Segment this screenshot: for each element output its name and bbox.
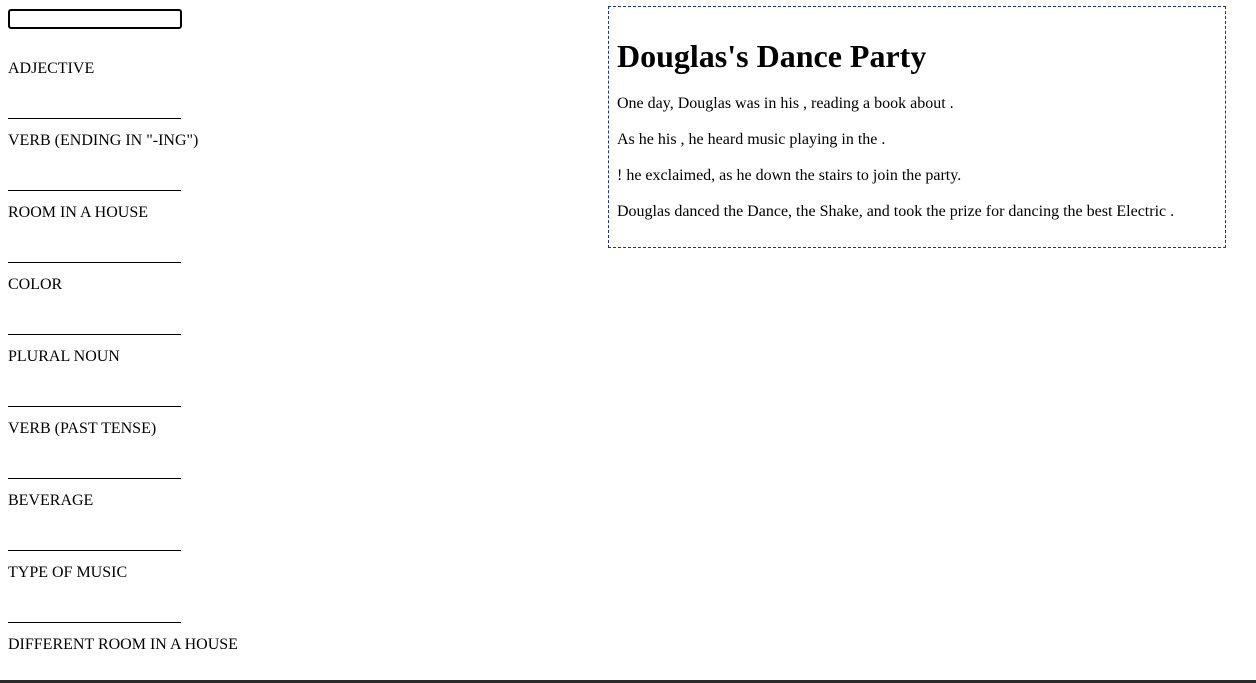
field-room: ROOM IN A HOUSE [8, 173, 268, 263]
field-label: VERB (PAST TENSE) [8, 420, 157, 437]
field-label: PLURAL NOUN [8, 348, 120, 365]
field-music: TYPE OF MUSIC [8, 533, 268, 623]
story-box: Douglas's Dance Party One day, Douglas w… [608, 6, 1226, 248]
field-label: DIFFERENT ROOM IN A HOUSE [8, 636, 238, 653]
field-label: ADJECTIVE [8, 60, 95, 77]
word-form: ADJECTIVE VERB (ENDING IN "-ING") ROOM I… [8, 9, 268, 683]
field-verb-past: VERB (PAST TENSE) [8, 389, 268, 479]
field-label: COLOR [8, 276, 63, 293]
field-label: VERB (ENDING IN "-ING") [8, 132, 199, 149]
field-color: COLOR [8, 245, 268, 335]
field-verb-ing: VERB (ENDING IN "-ING") [8, 101, 268, 191]
field-label: TYPE OF MUSIC [8, 564, 128, 581]
story-line: Douglas danced the Dance, the Shake, and… [617, 203, 1175, 220]
field-plural-noun: PLURAL NOUN [8, 317, 268, 407]
story-line: As he his , he heard music playing in th… [617, 131, 886, 148]
story-line: One day, Douglas was in his , reading a … [617, 95, 954, 112]
top-text-input[interactable] [8, 9, 182, 29]
story-title: Douglas's Dance Party [617, 38, 927, 74]
page: ADJECTIVE VERB (ENDING IN "-ING") ROOM I… [0, 0, 1256, 683]
field-label: BEVERAGE [8, 492, 94, 509]
field-beverage: BEVERAGE [8, 461, 268, 551]
field-label: ROOM IN A HOUSE [8, 204, 149, 221]
story-line: ! he exclaimed, as he down the stairs to… [617, 167, 962, 184]
field-adjective: ADJECTIVE [8, 29, 268, 119]
field-other-room: DIFFERENT ROOM IN A HOUSE [8, 605, 268, 683]
